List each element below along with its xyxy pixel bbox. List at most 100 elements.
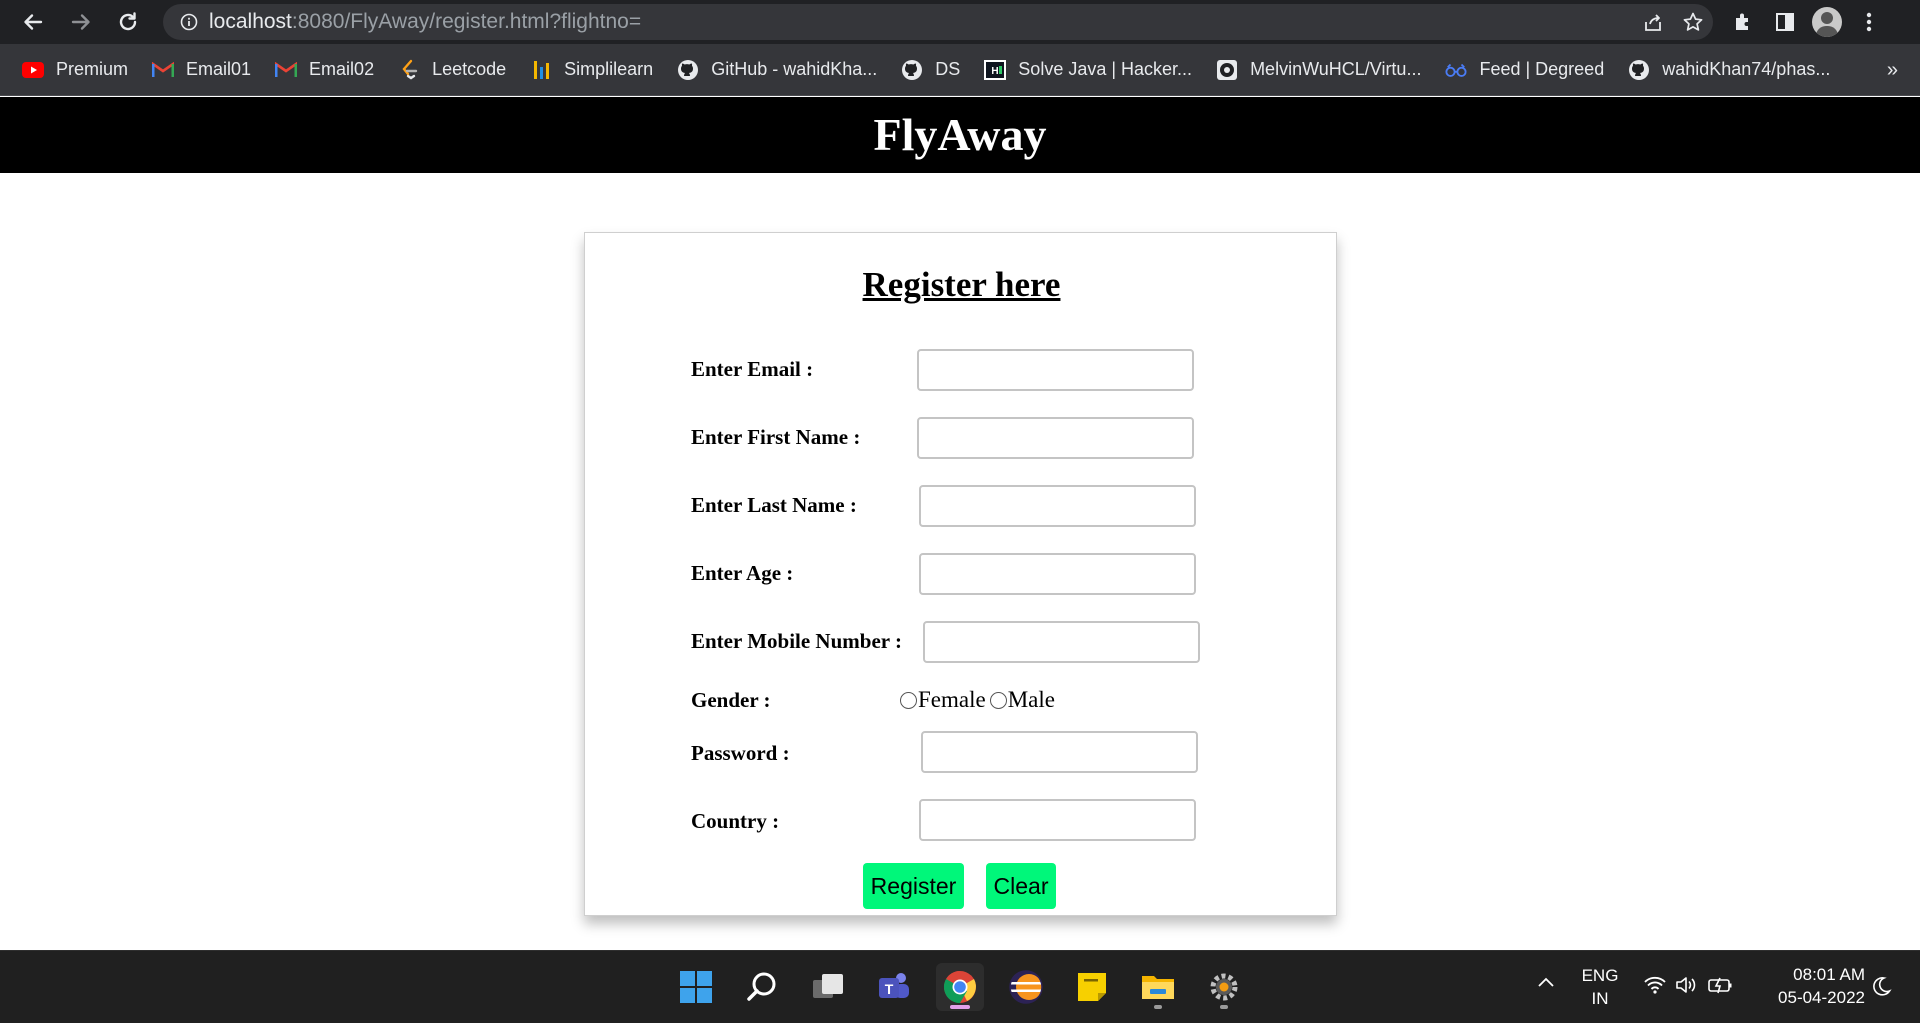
start-icon[interactable] [672,963,720,1011]
form-title: Register here [862,265,1061,304]
bookmark-label: Simplilearn [564,59,654,79]
side-panel-icon[interactable] [1767,4,1803,40]
github-icon [677,59,699,81]
bookmark-ds[interactable]: DS [889,53,972,87]
battery-icon [1708,977,1732,994]
bookmark-leetcode[interactable]: Leetcode [386,53,518,87]
file-explorer-icon[interactable] [1134,963,1182,1011]
password-field[interactable] [921,731,1198,773]
reload-icon [119,12,137,31]
settings-running-indicator [1220,1005,1228,1009]
notifications-button[interactable] [1870,975,1892,1002]
bookmark-label: GitHub - wahidKha... [711,59,878,79]
female-label: Female [918,687,986,712]
first-name-field[interactable] [917,417,1194,459]
forward-button[interactable] [65,6,97,38]
gmail-icon [275,59,298,81]
email-field[interactable] [917,349,1194,391]
youtube-icon [22,59,44,81]
sticky-notes-icon[interactable] [1068,963,1116,1011]
register-button[interactable]: Register [863,863,964,909]
language-code: ENG [1581,966,1619,985]
settings-icon[interactable] [1200,963,1248,1011]
bookmarks-bar: Premium Email01 Email02 Leetcode Simplil… [0,44,1920,96]
github-icon [1628,59,1650,81]
chrome-active-indicator [950,1005,970,1009]
site-header: FlyAway [0,97,1920,173]
female-radio[interactable] [900,691,917,709]
gender-label: Gender : [691,688,771,712]
show-hidden-icons-button[interactable] [1536,975,1556,994]
github-icon [901,59,923,81]
register-form: Register here Enter Email : Enter First … [584,232,1337,916]
bookmark-label: Leetcode [432,59,507,79]
moon-icon [1873,977,1892,996]
bookmark-degreed[interactable]: Feed | Degreed [1433,53,1616,87]
last-name-field[interactable] [919,485,1196,527]
wifi-icon [1644,976,1666,994]
clear-button[interactable]: Clear [986,863,1056,909]
site-title: FlyAway [873,109,1047,160]
bookmark-label: Premium [56,59,129,79]
bookmark-wahidkhan74[interactable]: wahidKhan74/phas... [1616,53,1842,87]
age-field[interactable] [919,553,1196,595]
gender-radio-group: Female Male [900,685,1059,715]
leetcode-icon [398,59,420,81]
task-view-icon[interactable] [804,963,852,1011]
bookmark-simplilearn[interactable]: Simplilearn [518,53,665,87]
explorer-running-indicator [1154,1005,1162,1009]
bookmark-label: Email01 [186,59,252,79]
simplilearn-icon [530,59,552,81]
password-label: Password : [691,741,790,765]
more-bookmarks-button[interactable]: » [1887,44,1898,96]
profile-button[interactable] [1809,4,1845,40]
mobile-label: Enter Mobile Number : [691,629,902,653]
eclipse-icon[interactable] [1002,963,1050,1011]
chrome-icon[interactable] [936,963,984,1011]
system-tray-status[interactable] [1643,975,1735,995]
bookmark-label: Feed | Degreed [1479,59,1605,79]
bookmark-email01[interactable]: Email01 [140,53,263,87]
bookmark-label: Solve Java | Hacker... [1018,59,1193,79]
arrow-left-icon [24,14,43,30]
extensions-icon[interactable] [1725,4,1761,40]
age-label: Enter Age : [691,561,794,585]
address-bar[interactable]: localhost:8080/FlyAway/register.html?fli… [163,4,1713,40]
male-radio[interactable] [989,691,1007,709]
reload-button[interactable] [112,6,144,38]
bookmark-label: Email02 [309,59,375,79]
arrow-right-icon [71,14,90,30]
email-label: Enter Email : [691,357,814,381]
bookmark-label: DS [935,59,961,79]
bookmark-email02[interactable]: Email02 [263,53,386,87]
github-icon [1216,59,1238,81]
country-field[interactable] [919,799,1196,841]
teams-icon[interactable]: T [870,963,918,1011]
language-indicator[interactable]: ENG IN [1574,964,1626,1010]
chevron-up-icon [1538,977,1554,987]
first-name-label: Enter First Name : [691,425,861,449]
bookmark-melvinwuhcl[interactable]: MelvinWuHCL/Virtu... [1204,53,1433,87]
region-code: IN [1591,989,1609,1008]
mobile-field[interactable] [923,621,1200,663]
hackerrank-icon: H [984,59,1007,81]
menu-kebab-icon[interactable] [1851,4,1887,40]
bookmark-label: MelvinWuHCL/Virtu... [1250,59,1422,79]
taskbar: T ENG IN 08:01 AM 05-04-2022 [0,950,1920,1023]
bookmark-premium[interactable]: Premium [10,53,140,87]
bookmark-github-wahidkhan[interactable]: GitHub - wahidKha... [665,53,889,87]
site-info-icon[interactable] [179,12,199,32]
bookmark-hackerrank[interactable]: H Solve Java | Hacker... [972,53,1204,87]
back-button[interactable] [17,6,49,38]
bookmark-label: wahidKhan74/phas... [1662,59,1831,79]
degreed-icon [1445,59,1467,81]
clock-date: 05-04-2022 [1778,988,1865,1007]
browser-toolbar: localhost:8080/FlyAway/register.html?fli… [0,0,1920,44]
clock[interactable]: 08:01 AM 05-04-2022 [1755,963,1865,1009]
svg-text:T: T [885,981,894,997]
bookmark-star-icon[interactable] [1673,4,1713,40]
clock-time: 08:01 AM [1793,965,1865,984]
avatar [1812,7,1842,37]
search-icon[interactable] [738,963,786,1011]
share-icon[interactable] [1633,4,1673,40]
